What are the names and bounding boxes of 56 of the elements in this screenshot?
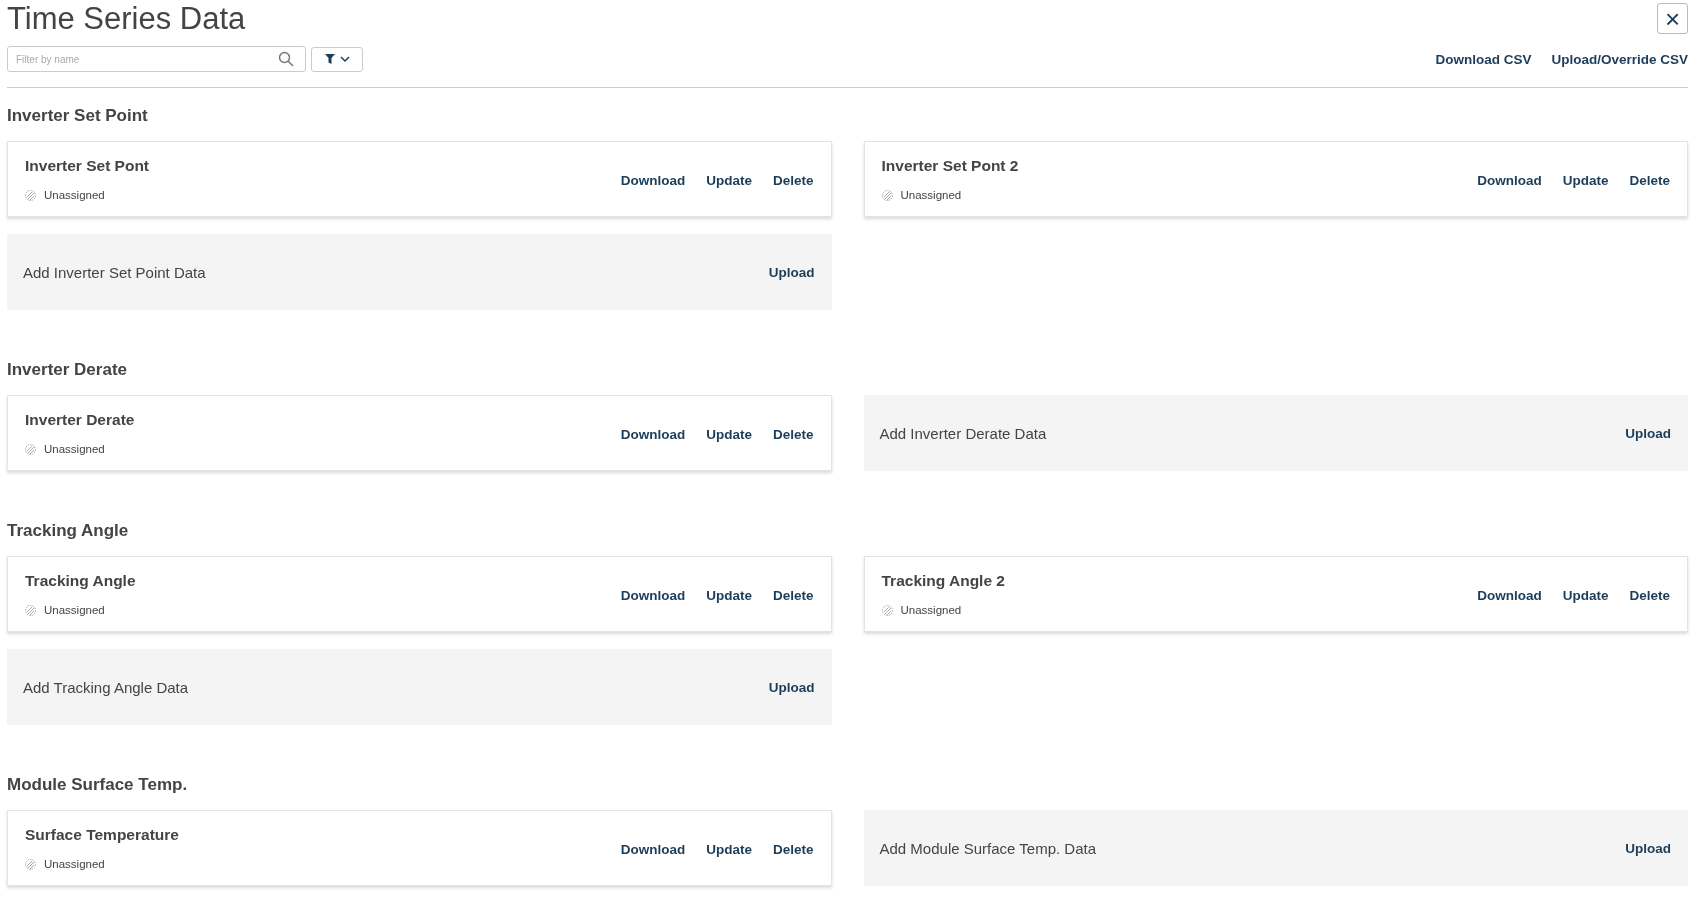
card-action-link[interactable]: Download: [1477, 172, 1542, 188]
close-button[interactable]: ×: [1657, 3, 1688, 34]
add-data-label: Add Tracking Angle Data: [23, 678, 189, 696]
upload-link[interactable]: Upload: [768, 264, 815, 280]
card-action-link[interactable]: Delete: [1629, 172, 1670, 188]
upload-link[interactable]: Upload: [1625, 840, 1671, 856]
toolbar-link[interactable]: Upload/Override CSV: [1551, 51, 1688, 67]
search-field[interactable]: Filter by name: [7, 46, 306, 72]
card-action-link[interactable]: Download: [620, 587, 686, 603]
series-name: Inverter Derate: [25, 411, 136, 429]
card-action-link[interactable]: Update: [706, 587, 752, 603]
section-heading: Inverter Set Point: [7, 106, 149, 126]
card-action-link[interactable]: Update: [1562, 172, 1609, 188]
card-action-link[interactable]: Update: [706, 426, 752, 442]
series-name: Tracking Angle: [25, 572, 137, 590]
card-action-link[interactable]: Delete: [772, 426, 814, 442]
unassigned-icon: [881, 189, 893, 201]
card-action-link[interactable]: Delete: [1629, 587, 1670, 603]
upload-link[interactable]: Upload: [1625, 425, 1671, 441]
series-name: Surface Temperature: [25, 826, 180, 844]
card-action-link[interactable]: Download: [1477, 587, 1542, 603]
card-action-link[interactable]: Delete: [772, 172, 814, 188]
status-label: Unassigned: [44, 189, 105, 201]
search-icon: [278, 51, 294, 67]
page-title: Time Series Data: [7, 0, 246, 38]
toolbar-link[interactable]: Download CSV: [1435, 51, 1532, 67]
filter-dropdown[interactable]: [311, 46, 363, 72]
card-action-link[interactable]: Update: [1562, 587, 1609, 603]
status-label: Unassigned: [44, 604, 105, 616]
add-data-label: Add Inverter Derate Data: [879, 424, 1047, 442]
card-action-link[interactable]: Download: [620, 426, 686, 442]
series-name: Tracking Angle 2: [881, 572, 1006, 590]
section-heading: Tracking Angle: [7, 521, 130, 541]
series-name: Inverter Set Pont 2: [881, 157, 1020, 175]
section-heading: Module Surface Temp.: [7, 775, 189, 795]
series-name: Inverter Set Pont: [25, 157, 151, 175]
add-data-label: Add Module Surface Temp. Data: [879, 839, 1096, 857]
card-action-link[interactable]: Delete: [772, 587, 814, 603]
unassigned-icon: [25, 604, 36, 616]
card-action-link[interactable]: Download: [620, 841, 686, 857]
section-heading: Inverter Derate: [7, 360, 128, 380]
status-label: Unassigned: [900, 604, 962, 616]
add-data-label: Add Inverter Set Point Data: [23, 263, 206, 281]
card-action-link[interactable]: Update: [706, 172, 752, 188]
unassigned-icon: [25, 443, 36, 455]
card-action-link[interactable]: Delete: [772, 841, 814, 857]
card-action-link[interactable]: Update: [706, 841, 752, 857]
unassigned-icon: [881, 604, 893, 616]
status-label: Unassigned: [44, 443, 105, 455]
unassigned-icon: [25, 189, 36, 201]
upload-link[interactable]: Upload: [768, 679, 815, 695]
filter-caret-icon: [324, 53, 350, 65]
status-label: Unassigned: [44, 858, 105, 870]
status-label: Unassigned: [900, 189, 962, 201]
card-action-link[interactable]: Download: [620, 172, 686, 188]
unassigned-icon: [25, 858, 36, 870]
